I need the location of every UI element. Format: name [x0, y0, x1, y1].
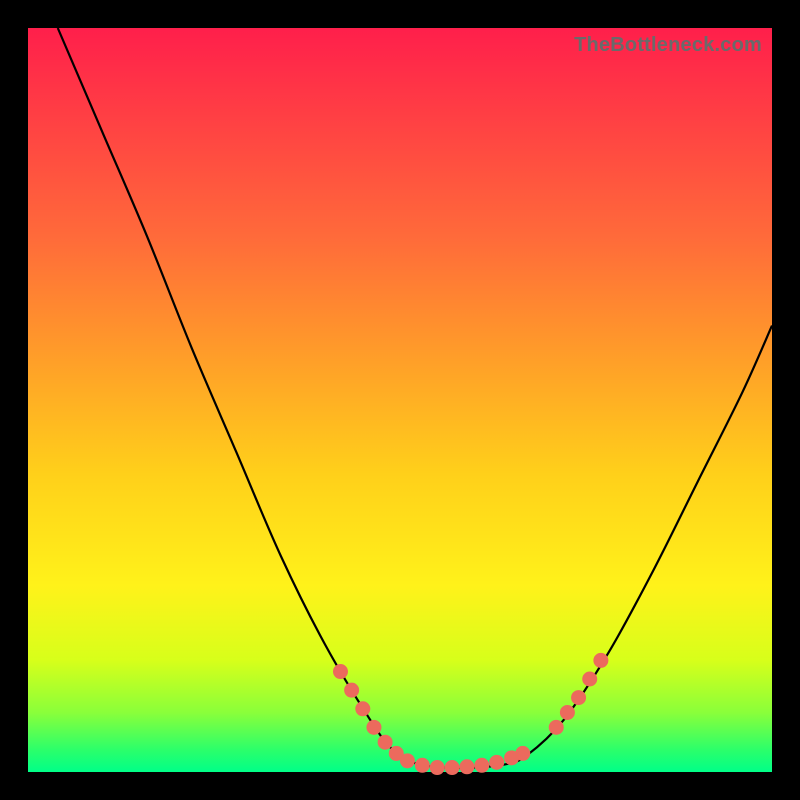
highlight-marker	[516, 746, 530, 760]
highlight-marker	[430, 761, 444, 775]
highlight-marker	[460, 760, 474, 774]
highlight-marker	[345, 683, 359, 697]
highlight-marker	[445, 761, 459, 775]
highlight-marker	[378, 735, 392, 749]
highlight-marker	[367, 720, 381, 734]
highlight-marker	[356, 702, 370, 716]
chart-frame: TheBottleneck.com	[0, 0, 800, 800]
highlight-marker	[490, 755, 504, 769]
highlight-marker	[560, 705, 574, 719]
highlight-marker	[415, 758, 429, 772]
highlight-marker	[572, 691, 586, 705]
plot-area: TheBottleneck.com	[28, 28, 772, 772]
curve-layer	[28, 28, 772, 772]
bottleneck-curve	[58, 28, 772, 768]
highlight-marker	[549, 720, 563, 734]
highlight-marker	[594, 653, 608, 667]
highlight-marker	[475, 758, 489, 772]
marker-group	[333, 653, 607, 774]
highlight-marker	[400, 754, 414, 768]
highlight-marker	[583, 672, 597, 686]
highlight-marker	[333, 665, 347, 679]
